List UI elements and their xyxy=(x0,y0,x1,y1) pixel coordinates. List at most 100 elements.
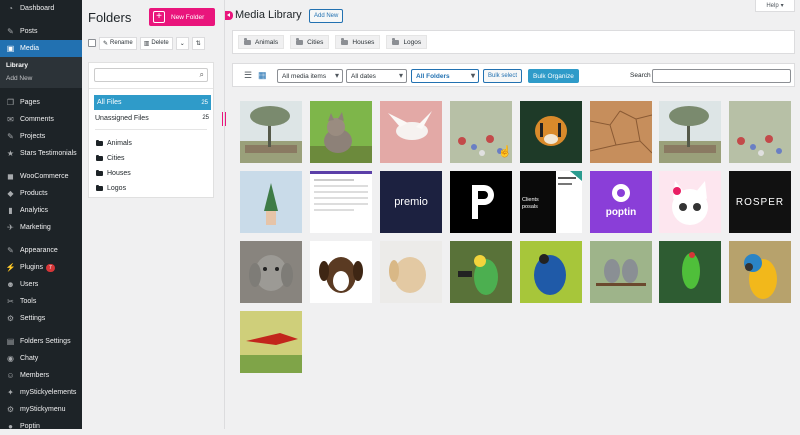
media-thumb-flowers-2[interactable] xyxy=(729,101,791,163)
folder-item-cities[interactable]: Cities xyxy=(96,151,132,166)
folder-item-animals[interactable]: Animals xyxy=(96,136,132,151)
chip-logos[interactable]: Logos xyxy=(386,35,428,49)
sidebar-item-poptin[interactable]: ● Poptin xyxy=(0,418,82,435)
sidebar-item-projects[interactable]: ✎ Projects xyxy=(0,128,82,145)
media-thumb-parrot-flying[interactable] xyxy=(240,311,302,373)
collapse-panel-button[interactable] xyxy=(225,11,233,20)
media-thumb-puppy-white[interactable] xyxy=(380,241,442,303)
chip-animals[interactable]: Animals xyxy=(238,35,285,49)
delete-label: Delete xyxy=(151,40,169,46)
sidebar-item-marketing[interactable]: ✈ Marketing xyxy=(0,219,82,236)
media-thumb-hand-tree[interactable] xyxy=(240,171,302,233)
comments-icon: ✉ xyxy=(7,115,14,124)
submenu-item-library[interactable]: Library xyxy=(0,59,82,72)
select-all-checkbox[interactable] xyxy=(88,39,96,47)
media-thumb-kitty-cartoon[interactable] xyxy=(659,171,721,233)
media-thumb-puppy[interactable] xyxy=(310,241,372,303)
unassigned-files-item[interactable]: Unassigned Files 25 xyxy=(95,115,209,122)
expand-toggle[interactable]: ⇅ xyxy=(191,36,205,50)
media-thumb-tree[interactable] xyxy=(240,101,302,163)
sidebar-item-label: Projects xyxy=(20,133,46,140)
media-type-select[interactable]: All media items xyxy=(277,69,343,83)
media-thumb-macaw[interactable] xyxy=(729,241,791,303)
sidebar-item-tools[interactable]: ✂ Tools xyxy=(0,293,82,310)
folder-icon xyxy=(96,184,103,191)
media-thumb-tiger[interactable] xyxy=(520,101,582,163)
folder-search-input[interactable]: ⌕ xyxy=(94,68,208,82)
sidebar-item-dashboard[interactable]: ◔ Dashboard xyxy=(0,0,82,17)
folder-label: Animals xyxy=(107,140,132,147)
resize-handle[interactable] xyxy=(222,112,226,126)
add-new-button[interactable]: Add New xyxy=(309,9,344,23)
media-thumb-clients-proposals[interactable]: Clients posals xyxy=(520,171,582,233)
sidebar-item-label: Pages xyxy=(20,99,40,106)
sidebar-item-woocommerce[interactable]: ◼ WooCommerce xyxy=(0,168,82,185)
folder-tree-panel: ⌕ All Files 25 Unassigned Files 25 Animals… xyxy=(88,62,214,198)
submenu-item-add-new[interactable]: Add New xyxy=(0,72,82,85)
all-files-label: All Files xyxy=(97,99,122,106)
media-search-input[interactable] xyxy=(652,69,791,83)
folder-icon xyxy=(96,139,103,146)
bulk-organize-button[interactable]: Bulk Organize xyxy=(528,69,579,83)
media-thumb-tree-2[interactable] xyxy=(659,101,721,163)
media-thumb-p-logo[interactable] xyxy=(450,171,512,233)
sidebar-item-folders-settings[interactable]: ▤ Folders Settings xyxy=(0,333,82,350)
help-tab[interactable]: Help ▾ xyxy=(755,0,795,12)
media-thumb-macaw-blue[interactable] xyxy=(520,241,582,303)
sidebar-item-users[interactable]: ☻ Users xyxy=(0,276,82,293)
unassigned-label: Unassigned Files xyxy=(95,115,149,122)
sidebar-item-mystickyelements[interactable]: ✦ myStickyelements xyxy=(0,384,82,401)
panel-splitter[interactable] xyxy=(224,0,225,429)
media-thumb-dog-gray[interactable] xyxy=(240,241,302,303)
settings-icon: ⚙ xyxy=(6,314,15,323)
new-folder-button[interactable]: + New Folder xyxy=(149,8,215,26)
chip-label: Cities xyxy=(307,38,324,46)
sidebar-item-label: myStickymenu xyxy=(20,406,66,413)
rename-button[interactable]: ✎ Rename xyxy=(99,36,137,50)
media-submenu: Library Add New xyxy=(0,57,82,88)
sidebar-item-label: Tools xyxy=(20,298,37,305)
sidebar-item-analytics[interactable]: ▮ Analytics xyxy=(0,202,82,219)
media-thumb-rosper-logo[interactable]: ROSPER xyxy=(729,171,791,233)
media-thumb-parakeet[interactable] xyxy=(659,241,721,303)
sidebar-item-label: Users xyxy=(20,281,39,288)
grid-view-icon[interactable]: ▦ xyxy=(258,71,267,80)
pencil-icon: ✎ xyxy=(103,40,109,47)
list-view-icon[interactable]: ☰ xyxy=(244,71,253,80)
chip-cities[interactable]: Cities xyxy=(290,35,330,49)
sidebar-item-label: myStickyelements xyxy=(20,389,77,396)
sidebar-item-chaty[interactable]: ◉ Chaty xyxy=(0,350,82,367)
media-thumb-lovebirds[interactable] xyxy=(590,241,652,303)
date-select[interactable]: All dates xyxy=(346,69,407,83)
sidebar-item-mystickymenu[interactable]: ⚙ myStickymenu xyxy=(0,401,82,418)
sidebar-item-label: Analytics xyxy=(20,207,49,214)
folder-select[interactable]: All Folders xyxy=(411,69,479,83)
folder-item-houses[interactable]: Houses xyxy=(96,166,132,181)
sidebar-item-appearance[interactable]: ✎ Appearance xyxy=(0,242,82,259)
chip-houses[interactable]: Houses xyxy=(335,35,381,49)
delete-button[interactable]: ▥ Delete xyxy=(139,36,173,50)
folder-list: Animals Cities Houses Logos xyxy=(96,136,132,196)
all-files-item[interactable]: All Files 25 xyxy=(94,95,211,110)
sidebar-item-pages[interactable]: ❐ Pages xyxy=(0,94,82,111)
folder-item-logos[interactable]: Logos xyxy=(96,181,132,196)
media-thumb-kitten[interactable] xyxy=(310,101,372,163)
media-thumb-premio-logo[interactable]: premio xyxy=(380,171,442,233)
media-thumb-cracked-earth[interactable] xyxy=(590,101,652,163)
sidebar-item-posts[interactable]: ✎ Posts xyxy=(0,23,82,40)
sidebar-item-products[interactable]: ◆ Products xyxy=(0,185,82,202)
sidebar-item-media[interactable]: ▣ Media xyxy=(0,40,82,57)
media-thumb-dove[interactable] xyxy=(380,101,442,163)
bulk-select-button[interactable]: Bulk select xyxy=(483,69,523,83)
projects-icon: ✎ xyxy=(7,132,14,141)
sidebar-item-settings[interactable]: ⚙ Settings xyxy=(0,310,82,327)
sidebar-item-stars-testimonials[interactable]: ★ Stars Testimonials xyxy=(0,145,82,162)
pin-icon: ✎ xyxy=(7,27,14,36)
sidebar-item-members[interactable]: ☺ Members xyxy=(0,367,82,384)
media-thumb-screenshot[interactable] xyxy=(310,171,372,233)
media-thumb-poptin-logo[interactable]: poptin xyxy=(590,171,652,233)
sidebar-item-plugins[interactable]: ⚡ Plugins 7 xyxy=(0,259,82,276)
sort-dropdown[interactable]: ⌄ xyxy=(175,36,189,50)
sidebar-item-comments[interactable]: ✉ Comments xyxy=(0,111,82,128)
media-thumb-parrot-green[interactable] xyxy=(450,241,512,303)
